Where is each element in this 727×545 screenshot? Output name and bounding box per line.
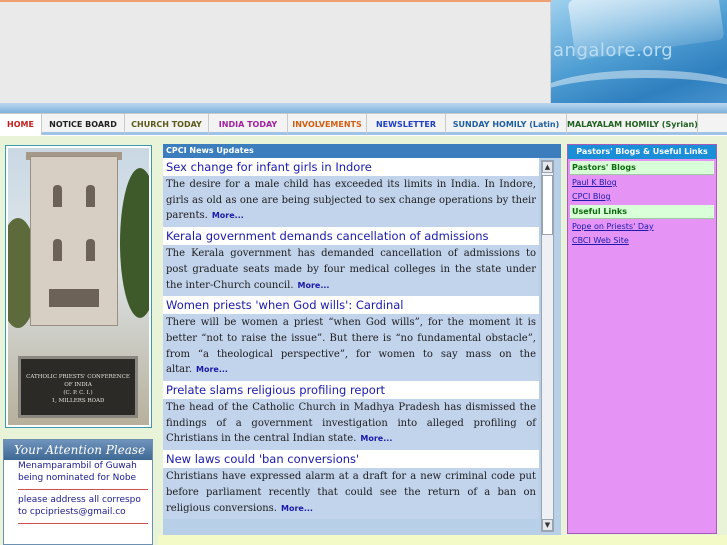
- news-item: New laws could 'ban conversions' Christi…: [163, 450, 539, 520]
- news-summary: The desire for a male child has exceeded…: [163, 176, 539, 228]
- attention-marquee: Menamparambil of Guwah being nominated f…: [18, 460, 152, 544]
- nav-india-today[interactable]: INDIA TODAY: [209, 114, 288, 135]
- news-item: Kerala government demands cancellation o…: [163, 227, 539, 297]
- news-summary: The head of the Catholic Church in Madhy…: [163, 399, 539, 451]
- nav-church-today[interactable]: CHURCH TODAY: [125, 114, 209, 135]
- news-title-link[interactable]: Prelate slams religious profiling report: [163, 381, 539, 399]
- news-header: CPCI News Updates: [163, 144, 561, 158]
- banner-site-text: angalore.org: [553, 40, 674, 61]
- more-link[interactable]: More...: [212, 211, 244, 220]
- paul-k-blog-link[interactable]: Paul K Blog: [570, 175, 714, 189]
- nav-sunday-homily[interactable]: SUNDAY HOMILY (Latin): [446, 114, 567, 135]
- news-summary: There will be women a priest “when God w…: [163, 314, 539, 382]
- nav-involvements[interactable]: INVOLVEMENTS: [288, 114, 367, 135]
- scroll-thumb[interactable]: [542, 175, 553, 235]
- news-panel: CPCI News Updates Sex change for infant …: [163, 144, 561, 535]
- sign-line: CATHOLIC PRIESTS' CONFERENCE: [26, 374, 130, 380]
- attention-line: Menamparambil of Guwah: [18, 461, 137, 471]
- nav-newsletter[interactable]: NEWSLETTER: [367, 114, 446, 135]
- main-navbar: HOME NOTICE BOARD CHURCH TODAY INDIA TOD…: [0, 113, 727, 135]
- building-window: [53, 185, 62, 207]
- news-item: Sex change for infant girls in Indore Th…: [163, 158, 539, 228]
- news-item: Prelate slams religious profiling report…: [163, 381, 539, 451]
- sign-text: CATHOLIC PRIESTS' CONFERENCE OF INDIA (C…: [21, 373, 135, 405]
- header-wave: [0, 103, 727, 113]
- tree-right: [120, 168, 149, 318]
- cbci-web-site-link[interactable]: CBCI Web Site: [570, 233, 714, 247]
- sign-line: 1, MILLERS ROAD: [51, 398, 105, 404]
- header-banner: angalore.org: [0, 0, 727, 113]
- attention-title: Your Attention Please: [4, 440, 152, 460]
- cpci-building-photo-frame: CATHOLIC PRIESTS' CONFERENCE OF INDIA (C…: [5, 145, 152, 428]
- attention-divider: [18, 489, 148, 490]
- news-title-link[interactable]: Kerala government demands cancellation o…: [163, 227, 539, 245]
- nav-home[interactable]: HOME: [0, 114, 42, 135]
- pastors-blogs-title: Pastors' Blogs: [570, 161, 714, 175]
- more-link[interactable]: More...: [281, 504, 313, 513]
- building-window: [53, 239, 62, 261]
- content-bottom-edge: [158, 535, 727, 545]
- nav-malayalam-homily[interactable]: MALAYALAM HOMILY (Syrian): [567, 114, 698, 135]
- cpci-building-photo: CATHOLIC PRIESTS' CONFERENCE OF INDIA (C…: [8, 148, 149, 425]
- news-summary: Christians have expressed alarm at a dra…: [163, 468, 539, 520]
- blogs-links-header: Pastors' Blogs & Useful Links: [568, 145, 716, 159]
- header-accent-line: [0, 0, 551, 2]
- sign-line: OF INDIA: [64, 382, 92, 388]
- more-link[interactable]: More...: [196, 365, 228, 374]
- building-window: [86, 185, 95, 207]
- banner-image: angalore.org: [551, 0, 727, 110]
- news-item: Women priests 'when God wills': Cardinal…: [163, 296, 539, 382]
- building-ground-window: [49, 289, 99, 307]
- attention-line: being nominated for Nobe: [18, 473, 137, 483]
- more-link[interactable]: More...: [360, 434, 392, 443]
- attention-box: Your Attention Please Menamparambil of G…: [3, 439, 153, 545]
- news-summary-text: The Kerala government has demanded cance…: [166, 248, 536, 291]
- nav-notice-board[interactable]: NOTICE BOARD: [42, 114, 125, 135]
- attention-divider: [18, 523, 148, 524]
- news-summary-text: Christians have expressed alarm at a dra…: [166, 471, 536, 514]
- news-title-link[interactable]: Women priests 'when God wills': Cardinal: [163, 296, 539, 314]
- attention-email[interactable]: to cpcipriests@gmail.co: [18, 506, 152, 518]
- cpci-blog-link[interactable]: CPCI Blog: [570, 189, 714, 203]
- news-summary: The Kerala government has demanded cance…: [163, 245, 539, 297]
- news-title-link[interactable]: Sex change for infant girls in Indore: [163, 158, 539, 176]
- blogs-links-panel: Pastors' Blogs & Useful Links Pastors' B…: [567, 144, 717, 534]
- header-blank-area: [0, 0, 551, 108]
- scroll-down-icon[interactable]: ▼: [542, 519, 553, 531]
- building-window: [86, 239, 95, 261]
- news-scrollbar[interactable]: ▲ ▼: [541, 160, 554, 532]
- building: [30, 156, 118, 326]
- news-title-link[interactable]: New laws could 'ban conversions': [163, 450, 539, 468]
- cpci-sign-board: CATHOLIC PRIESTS' CONFERENCE OF INDIA (C…: [18, 356, 138, 418]
- news-list: Sex change for infant girls in Indore Th…: [163, 158, 539, 535]
- pope-on-priests-day-link[interactable]: Pope on Priests' Day: [570, 219, 714, 233]
- news-summary-text: The head of the Catholic Church in Madhy…: [166, 402, 536, 445]
- scroll-up-icon[interactable]: ▲: [542, 161, 553, 173]
- sign-line: (C. P. C. I.): [63, 390, 93, 396]
- more-link[interactable]: More...: [298, 281, 330, 290]
- attention-line: please address all correspo: [18, 495, 141, 505]
- useful-links-title: Useful Links: [570, 205, 714, 219]
